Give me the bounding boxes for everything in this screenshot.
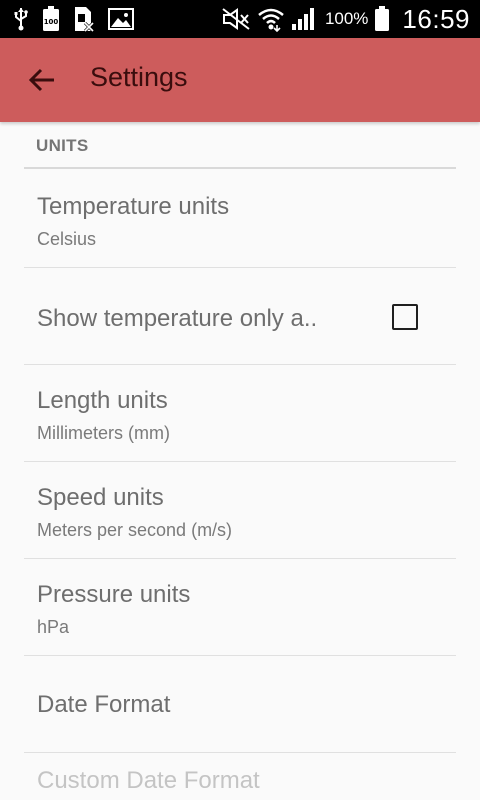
pref-custom-date-format: Custom Date Format bbox=[0, 753, 480, 800]
usb-icon bbox=[14, 8, 28, 31]
sim-icon bbox=[75, 7, 94, 32]
pref-summary: Meters per second (m/s) bbox=[37, 520, 233, 540]
image-icon bbox=[108, 8, 134, 30]
pref-length-units[interactable]: Length units Millimeters (mm) bbox=[0, 365, 480, 462]
settings-list: UNITS Temperature units Celsius Show tem… bbox=[0, 122, 480, 800]
pref-title: Temperature units bbox=[37, 193, 230, 220]
page-title: Settings bbox=[90, 62, 188, 92]
pref-summary: hPa bbox=[37, 617, 70, 637]
wifi-icon bbox=[258, 8, 284, 32]
pref-pressure-units[interactable]: Pressure units hPa bbox=[0, 559, 480, 656]
clock: 16:59 bbox=[402, 3, 470, 34]
pref-date-format[interactable]: Date Format bbox=[0, 656, 480, 753]
battery-100-icon: 100 bbox=[43, 6, 59, 31]
pref-title: Speed units bbox=[37, 484, 164, 511]
pref-title: Pressure units bbox=[37, 581, 191, 608]
app-bar: Settings bbox=[0, 38, 480, 122]
arrow-back-icon[interactable] bbox=[26, 64, 58, 96]
pref-temperature-units[interactable]: Temperature units Celsius bbox=[0, 169, 480, 268]
show-temperature-only-checkbox[interactable] bbox=[392, 304, 418, 330]
signal-icon bbox=[291, 8, 314, 30]
pref-title: Date Format bbox=[37, 691, 171, 718]
pref-speed-units[interactable]: Speed units Meters per second (m/s) bbox=[0, 462, 480, 559]
pref-show-temperature-only[interactable]: Show temperature only a.. bbox=[0, 268, 480, 365]
mute-icon bbox=[222, 8, 250, 30]
pref-title: Show temperature only a.. bbox=[37, 305, 318, 332]
section-header-units: UNITS bbox=[36, 136, 89, 155]
pref-title: Length units bbox=[37, 387, 168, 414]
battery-icon bbox=[375, 6, 390, 31]
svg-text:100: 100 bbox=[44, 18, 59, 26]
battery-percent: 100% bbox=[324, 9, 369, 28]
status-bar: 100 100% 16:59 bbox=[0, 0, 480, 38]
status-bar-system: 100% 16:59 bbox=[221, 4, 470, 34]
pref-title: Custom Date Format bbox=[37, 767, 260, 794]
status-bar-notifications: 100 bbox=[14, 6, 134, 32]
pref-summary: Millimeters (mm) bbox=[37, 423, 170, 443]
pref-summary: Celsius bbox=[37, 229, 97, 249]
